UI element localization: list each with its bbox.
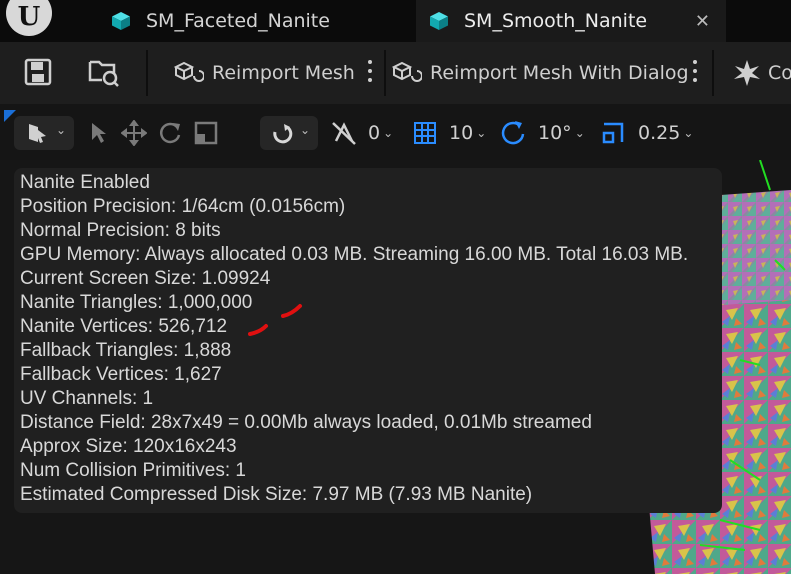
viewport-focus-indicator xyxy=(4,110,16,122)
angle-snap-value: 10° xyxy=(538,122,572,144)
reimport-icon xyxy=(174,61,204,82)
rotation-snap-value: 0 xyxy=(368,122,381,144)
chevron-down-icon: ⌄ xyxy=(476,126,487,140)
grid-snap-value: 10 xyxy=(449,122,474,144)
tab-sm-faceted-nanite[interactable]: SM_Faceted_Nanite xyxy=(98,0,408,42)
scale-snap-toggle[interactable]: 0.25 ⌄ xyxy=(600,118,693,148)
save-icon[interactable] xyxy=(24,58,52,86)
scale-icon[interactable] xyxy=(193,120,219,146)
select-mode-dropdown[interactable]: ⌄ xyxy=(14,116,74,150)
static-mesh-icon xyxy=(430,12,448,30)
tab-label: SM_Faceted_Nanite xyxy=(146,10,330,32)
toolbar-separator xyxy=(146,50,148,96)
grid-snap-icon xyxy=(414,122,436,144)
rotate-icon[interactable] xyxy=(157,120,183,146)
red-annotation-marks xyxy=(248,304,302,336)
viewport-toolbar: ⌄ ⌄ 0 ⌄ 10 ⌄ 10° ⌄ 0.25 ⌄ xyxy=(0,104,791,160)
close-icon[interactable]: ✕ xyxy=(695,11,710,32)
angle-snap-icon xyxy=(501,121,525,145)
reimport-mesh-label: Reimport Mesh xyxy=(212,62,355,84)
collision-icon xyxy=(734,60,760,86)
reimport-mesh-with-dialog-button[interactable]: Reimport Mesh With Dialog xyxy=(392,56,689,90)
scale-snap-value: 0.25 xyxy=(638,122,681,144)
asset-toolbar: Reimport Mesh Reimport Mesh With Dialog … xyxy=(0,42,791,104)
reimport-dialog-options-icon[interactable] xyxy=(692,60,698,82)
rotation-snap-toggle[interactable]: 0 ⌄ xyxy=(330,118,393,148)
unreal-logo-icon[interactable]: U xyxy=(6,0,52,36)
tab-bar: U SM_Faceted_Nanite SM_Smooth_Nanite ✕ xyxy=(0,0,791,42)
tab-sm-smooth-nanite[interactable]: SM_Smooth_Nanite ✕ xyxy=(416,0,726,42)
snap-off-icon xyxy=(332,122,356,145)
toolbar-separator xyxy=(712,50,714,96)
tab-label: SM_Smooth_Nanite xyxy=(464,10,648,32)
collision-button[interactable]: Co xyxy=(732,56,791,90)
collision-label: Co xyxy=(768,62,791,84)
reimport-mesh-button[interactable]: Reimport Mesh xyxy=(174,56,355,90)
toolbar-separator xyxy=(384,50,386,96)
angle-snap-toggle[interactable]: 10° ⌄ xyxy=(500,118,585,148)
chevron-down-icon: ⌄ xyxy=(383,126,394,140)
surface-snap-icon xyxy=(273,124,293,144)
chevron-down-icon: ⌄ xyxy=(56,123,67,137)
mesh-viewport[interactable]: Nanite Enabled Position Precision: 1/64c… xyxy=(0,160,791,574)
chevron-down-icon: ⌄ xyxy=(574,126,585,140)
chevron-down-icon: ⌄ xyxy=(300,123,311,137)
browse-asset-icon[interactable] xyxy=(88,56,120,88)
surface-snapping-dropdown[interactable]: ⌄ xyxy=(260,116,318,150)
reimport-mesh-options-icon[interactable] xyxy=(367,60,373,82)
translate-icon[interactable] xyxy=(121,120,147,146)
static-mesh-icon xyxy=(112,12,130,30)
grid-snap-toggle[interactable]: 10 ⌄ xyxy=(413,118,486,148)
select-mode-icon xyxy=(29,124,46,143)
scale-snap-icon xyxy=(602,122,624,144)
reimport-icon xyxy=(392,61,422,82)
select-arrow-icon[interactable] xyxy=(90,122,108,144)
reimport-mesh-with-dialog-label: Reimport Mesh With Dialog xyxy=(430,62,689,84)
chevron-down-icon: ⌄ xyxy=(683,126,694,140)
